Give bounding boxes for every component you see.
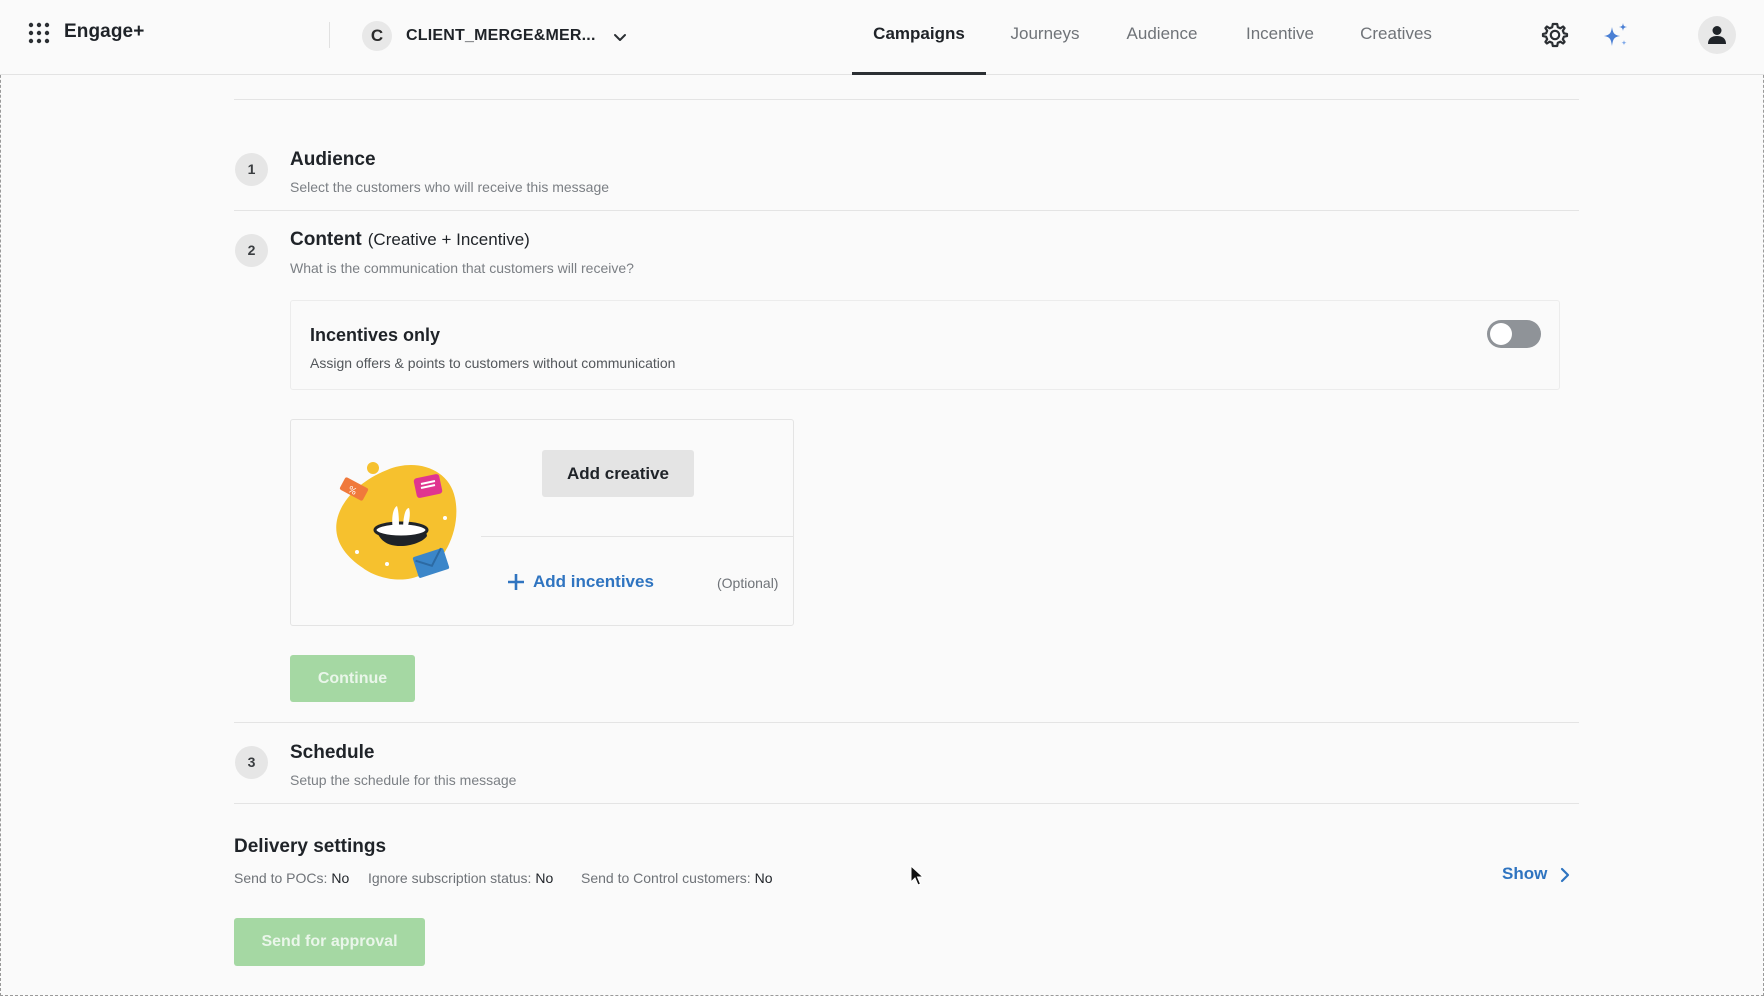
brand-name: Engage+ (64, 21, 145, 42)
profile-button[interactable] (1698, 16, 1736, 54)
setting-value: No (754, 870, 773, 886)
setting-label: Send to Control customers: (581, 870, 751, 886)
send-for-approval-button[interactable]: Send for approval (234, 918, 425, 966)
setting-value: No (535, 870, 554, 886)
tab-creatives[interactable]: Creatives (1356, 0, 1436, 75)
org-avatar: C (362, 21, 392, 51)
setting-ignore-subscription: Ignore subscription status: No (368, 870, 553, 886)
section-divider (234, 803, 1579, 804)
add-incentives-label: Add incentives (533, 572, 654, 591)
step-title: Content (Creative + Incentive) (290, 229, 530, 251)
creative-card: % Add creative Add incentives (Optional) (290, 419, 794, 626)
continue-button[interactable]: Continue (290, 655, 415, 702)
step-subtitle: Select the customers who will receive th… (290, 179, 610, 195)
organization-selector[interactable]: C CLIENT_MERGE&MER... (362, 18, 636, 52)
incentives-only-description: Assign offers & points to customers with… (310, 355, 676, 371)
tab-incentive[interactable]: Incentive (1240, 0, 1320, 75)
section-divider (234, 210, 1579, 211)
mouse-cursor-icon (910, 865, 924, 886)
incentives-only-card: Incentives only Assign offers & points t… (290, 300, 1560, 390)
sparkle-icon[interactable] (1601, 21, 1631, 51)
gear-icon[interactable] (1541, 21, 1569, 49)
section-divider (234, 99, 1579, 100)
step-title-text: Content (290, 229, 362, 250)
step-number: 2 (235, 234, 268, 267)
step-number: 1 (235, 153, 268, 186)
step-subtitle: What is the communication that customers… (290, 260, 634, 276)
chevron-right-icon (1560, 867, 1570, 883)
tab-campaigns[interactable]: Campaigns (852, 0, 986, 75)
setting-label: Ignore subscription status: (368, 870, 532, 886)
plus-icon (508, 574, 524, 590)
step-title: Audience (290, 149, 376, 170)
toggle-knob (1490, 323, 1512, 345)
step-subtitle: Setup the schedule for this message (290, 772, 517, 788)
top-navigation-bar: Engage+ C CLIENT_MERGE&MER... Campaigns … (0, 0, 1764, 75)
chevron-down-icon (614, 34, 626, 41)
optional-label: (Optional) (717, 575, 779, 591)
show-delivery-settings-link[interactable]: Show (1502, 864, 1570, 884)
setting-label: Send to POCs: (234, 870, 328, 886)
tab-audience[interactable]: Audience (1122, 0, 1202, 75)
setting-send-to-pocs: Send to POCs: No (234, 870, 349, 886)
step-title-suffix: (Creative + Incentive) (367, 230, 530, 249)
section-divider (234, 722, 1579, 723)
card-divider (481, 536, 794, 537)
setting-value: No (331, 870, 350, 886)
header-divider (329, 22, 330, 48)
incentives-only-toggle[interactable] (1487, 320, 1541, 348)
step-number: 3 (235, 746, 268, 779)
tab-journeys[interactable]: Journeys (1004, 0, 1086, 75)
org-name: CLIENT_MERGE&MER... (406, 27, 596, 44)
user-icon (1708, 26, 1726, 44)
show-label: Show (1502, 864, 1548, 883)
add-creative-button[interactable]: Add creative (542, 450, 694, 497)
setting-send-to-control: Send to Control customers: No (581, 870, 773, 886)
apps-grid-icon[interactable] (28, 22, 50, 44)
magic-hat-illustration-icon: % (336, 462, 457, 580)
delivery-settings-title: Delivery settings (234, 836, 387, 857)
step-title: Schedule (290, 742, 375, 763)
incentives-only-title: Incentives only (310, 325, 441, 345)
